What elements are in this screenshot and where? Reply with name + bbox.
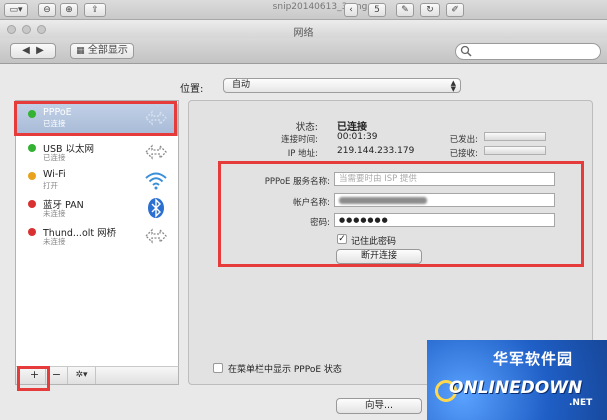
wifi-icon [145,172,167,190]
double-arrow-icon [145,144,167,160]
window-title: 网络 [293,28,314,39]
page-number: 5 [368,3,386,17]
service-item-thunderbolt-bridge[interactable]: Thund...olt 网桥 未连接 [16,222,178,252]
status-value: 已连接 [337,122,367,133]
double-arrow-icon [145,228,167,244]
connect-time-value: 00:01:39 [337,132,378,142]
watermark-top-text: 华军软件园 [493,350,574,368]
status-dot [28,200,36,208]
rotate-button[interactable]: ↻ [420,3,440,17]
select-arrows-icon: ▲ ▼ [450,79,456,93]
status-dot [28,172,36,180]
prev-page-button[interactable]: ‹ [344,3,358,17]
sent-label: 已发出: [449,135,478,145]
back-forward-buttons[interactable]: ◀ ▶ [10,43,56,59]
watermark-bottom-text: ONLINEDOWN [449,378,583,398]
show-all-button[interactable]: ▦ 全部显示 [70,43,134,59]
service-status: 已连接 [43,153,66,162]
ip-address-label: IP 地址: [287,149,318,159]
highlight-box-pppoe-settings [218,161,584,267]
sidebar-toggle-button[interactable]: ▭▾ [4,3,28,17]
received-label: 已接收: [449,149,478,159]
status-label: 状态: [295,122,318,133]
highlight-box-add-button [17,366,50,391]
zoom-out-button[interactable]: ⊖ [38,3,56,17]
annotate-button[interactable]: ✐ [446,3,464,17]
location-value: 自动 [232,80,251,90]
search-input[interactable] [455,43,601,60]
service-item-wifi[interactable]: Wi-Fi 打开 [16,166,178,196]
search-icon [460,45,472,57]
service-status: 未连接 [43,209,66,218]
watermark-logo: 华军软件园 ONLINEDOWN .NET [427,340,607,420]
ip-address-value: 219.144.233.179 [337,146,415,156]
service-name: Wi-Fi [43,169,66,180]
watermark-suffix: .NET [569,398,593,408]
service-status: 未连接 [43,237,66,246]
received-meter [484,146,546,155]
show-all-label: 全部显示 [87,45,128,56]
sent-meter [484,132,546,141]
location-select[interactable]: 自动 ▲ ▼ [223,78,461,93]
status-dot [28,144,36,152]
share-button[interactable]: ⇪ [84,3,106,17]
grid-icon: ▦ [76,46,85,56]
bluetooth-icon [148,198,164,218]
show-in-menubar-checkbox[interactable] [213,363,223,373]
status-dot [28,228,36,236]
service-status: 打开 [43,181,58,190]
service-item-bluetooth-pan[interactable]: 蓝牙 PAN 未连接 [16,194,178,224]
assist-me-button[interactable]: 向导... [336,398,422,414]
gear-menu-button[interactable]: ✲▾ [68,367,96,384]
show-in-menubar-label: 在菜单栏中显示 PPPoE 状态 [228,365,342,375]
service-item-usb-ethernet[interactable]: USB 以太网 已连接 [16,138,178,168]
location-label: 位置: [180,84,204,95]
highlight-box-pppoe [14,101,177,136]
zoom-in-button[interactable]: ⊕ [60,3,78,17]
edit-button[interactable]: ✎ [396,3,414,17]
connect-time-label: 连接时间: [281,135,318,145]
